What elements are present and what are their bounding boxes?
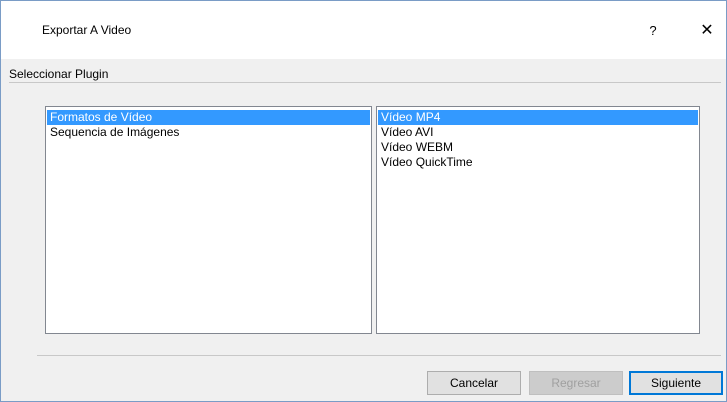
close-icon[interactable]: ✕	[695, 19, 719, 43]
category-item-video-formats[interactable]: Formatos de Vídeo	[47, 110, 370, 125]
dialog-body: Seleccionar Plugin Formatos de Vídeo Seq…	[1, 59, 726, 401]
dialog-title: Exportar A Video	[42, 23, 132, 37]
next-button[interactable]: Siguiente	[629, 371, 723, 395]
export-video-dialog: Exportar A Video ? ✕ Seleccionar Plugin …	[0, 0, 727, 402]
cancel-button[interactable]: Cancelar	[427, 371, 521, 395]
section-divider	[9, 82, 721, 83]
help-icon[interactable]: ?	[641, 19, 665, 43]
section-label: Seleccionar Plugin	[9, 67, 109, 81]
title-bar: Exportar A Video ? ✕	[1, 1, 726, 59]
format-item-quicktime[interactable]: Vídeo QuickTime	[378, 155, 698, 170]
category-item-image-sequence[interactable]: Sequencia de Imágenes	[47, 125, 370, 140]
plugin-format-list[interactable]: Vídeo MP4 Vídeo AVI Vídeo WEBM Vídeo Qui…	[376, 106, 700, 334]
format-item-webm[interactable]: Vídeo WEBM	[378, 140, 698, 155]
format-item-avi[interactable]: Vídeo AVI	[378, 125, 698, 140]
back-button[interactable]: Regresar	[529, 371, 623, 395]
footer-divider	[37, 355, 721, 356]
plugin-category-list[interactable]: Formatos de Vídeo Sequencia de Imágenes	[45, 106, 372, 334]
format-item-mp4[interactable]: Vídeo MP4	[378, 110, 698, 125]
